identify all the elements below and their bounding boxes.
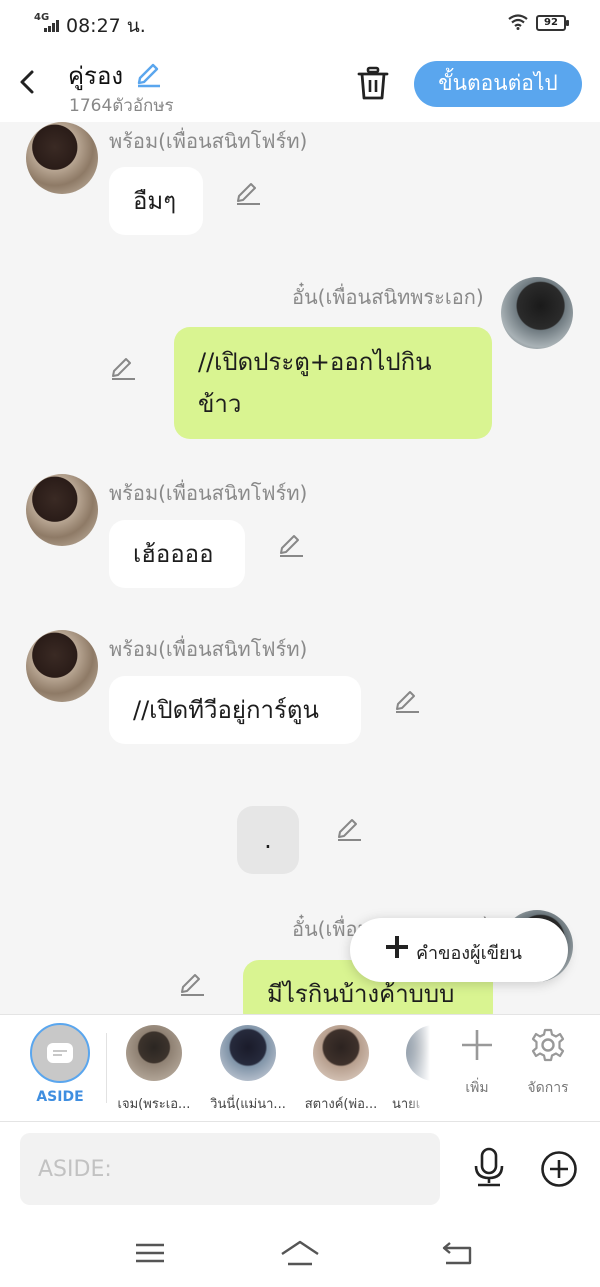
battery-icon: 92 bbox=[536, 15, 569, 31]
character-count: 1764ตัวอักษร bbox=[69, 96, 174, 116]
microphone-icon[interactable] bbox=[470, 1146, 508, 1188]
character-bar: ASIDE เจม(พระเอ... วินนี่(แม่นา... สตางค… bbox=[0, 1014, 600, 1122]
add-label: เพิ่ม bbox=[465, 1080, 489, 1096]
character-item[interactable]: เจม(พระเอ... bbox=[112, 1025, 196, 1114]
sender-name: พร้อม(เพื่อนสนิทโฟร์ท) bbox=[109, 481, 308, 505]
plus-icon bbox=[386, 936, 408, 958]
add-character-button[interactable]: เพิ่ม bbox=[447, 1027, 507, 1099]
character-label: เจม(พระเอ... bbox=[117, 1097, 191, 1112]
signal-icon bbox=[44, 20, 60, 32]
avatar bbox=[126, 1025, 182, 1081]
message-bubble[interactable]: //เปิดประตู+ออกไปกิน ข้าว bbox=[174, 327, 492, 439]
author-note-button[interactable]: คำของผู้เขียน bbox=[350, 918, 568, 982]
gear-icon bbox=[531, 1028, 565, 1062]
avatar bbox=[313, 1025, 369, 1081]
app-header: คู่รอง 1764ตัวอักษร ขั้นตอนต่อไป bbox=[0, 44, 600, 122]
status-bar: 4G 08:27 น. 92 bbox=[0, 0, 600, 44]
pencil-icon[interactable] bbox=[335, 815, 363, 843]
trash-icon[interactable] bbox=[356, 64, 390, 102]
menu-icon[interactable] bbox=[132, 1238, 168, 1268]
avatar[interactable] bbox=[501, 277, 573, 349]
chat-area[interactable]: พร้อม(เพื่อนสนิทโฟร์ท) อืมๆ อั๋น(เพื่อนส… bbox=[0, 122, 600, 1014]
plus-icon bbox=[462, 1030, 492, 1060]
pencil-icon[interactable] bbox=[234, 179, 262, 207]
composer bbox=[0, 1122, 600, 1218]
manage-label: จัดการ bbox=[527, 1080, 569, 1096]
next-step-button[interactable]: ขั้นตอนต่อไป bbox=[414, 61, 582, 107]
sender-name: พร้อม(เพื่อนสนิทโฟร์ท) bbox=[109, 129, 308, 153]
return-icon[interactable] bbox=[440, 1238, 476, 1268]
page-title: คู่รอง bbox=[68, 62, 124, 90]
aside-chat-icon bbox=[30, 1023, 90, 1083]
sender-name: พร้อม(เพื่อนสนิทโฟร์ท) bbox=[109, 637, 308, 661]
avatar bbox=[220, 1025, 276, 1081]
add-circle-icon[interactable] bbox=[540, 1150, 578, 1188]
aside-label: ASIDE bbox=[36, 1089, 84, 1105]
character-item[interactable]: สตางค์(พ่อ... bbox=[299, 1025, 383, 1114]
character-label: วินนี่(แม่นา... bbox=[210, 1097, 286, 1112]
aside-tab[interactable]: ASIDE bbox=[28, 1023, 92, 1105]
back-arrow-icon[interactable] bbox=[12, 64, 42, 100]
message-bubble[interactable]: อืมๆ bbox=[109, 167, 203, 235]
author-note-label: คำของผู้เขียน bbox=[416, 943, 522, 964]
manage-button[interactable]: จัดการ bbox=[518, 1027, 578, 1099]
message-bubble[interactable]: เฮ้ออออ bbox=[109, 520, 245, 588]
wifi-icon bbox=[508, 14, 528, 30]
message-text-line: //เปิดประตู+ออกไปกิน bbox=[198, 348, 432, 376]
avatar[interactable] bbox=[26, 122, 98, 194]
home-icon[interactable] bbox=[280, 1238, 320, 1268]
sender-name: อั๋น(เพื่อนสนิทพระเอก) bbox=[292, 285, 484, 309]
battery-level: 92 bbox=[544, 17, 558, 28]
avatar[interactable] bbox=[26, 474, 98, 546]
avatar[interactable] bbox=[26, 630, 98, 702]
divider bbox=[106, 1033, 107, 1103]
status-time: 08:27 น. bbox=[66, 15, 146, 37]
pencil-icon[interactable] bbox=[109, 354, 137, 382]
character-item[interactable]: วินนี่(แม่นา... bbox=[206, 1025, 290, 1114]
pencil-icon[interactable] bbox=[393, 687, 421, 715]
aside-bubble[interactable]: . bbox=[237, 806, 299, 874]
message-bubble[interactable]: //เปิดทีวีอยู่การ์ตูน bbox=[109, 676, 361, 744]
character-label: สตางค์(พ่อ... bbox=[304, 1097, 378, 1112]
system-nav-bar bbox=[0, 1218, 600, 1287]
message-input[interactable] bbox=[20, 1133, 440, 1205]
pencil-icon[interactable] bbox=[277, 531, 305, 559]
pencil-icon[interactable] bbox=[178, 970, 206, 998]
pencil-icon[interactable] bbox=[134, 60, 162, 88]
message-text-line: ข้าว bbox=[198, 390, 242, 418]
